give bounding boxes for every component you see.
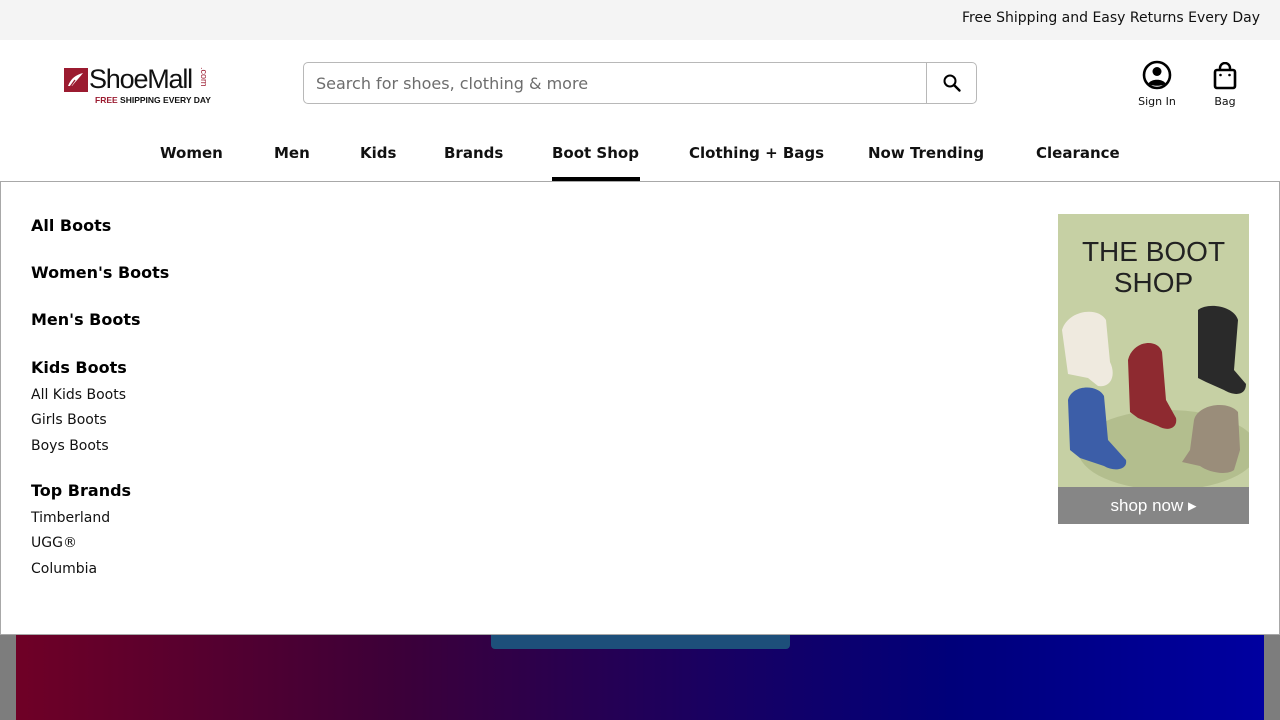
nav-item-clearance[interactable]: Clearance: [1036, 144, 1120, 162]
main-nav: Women Men Kids Brands Boot Shop Clothing…: [0, 132, 1280, 182]
promo-title-line2: SHOP: [1113, 267, 1194, 298]
nav-item-now-trending[interactable]: Now Trending: [868, 144, 984, 162]
boot-shop-promo-card[interactable]: THE BOOT SHOP shop now ▸: [1058, 214, 1249, 524]
menu-link-womens-boots[interactable]: Women's Boots: [31, 263, 169, 282]
search-bar: [303, 62, 977, 104]
menu-link-all-boots[interactable]: All Boots: [31, 216, 111, 235]
logo-tagline-rest: SHIPPING EVERY DAY: [120, 95, 211, 105]
menu-link-all-kids-boots[interactable]: All Kids Boots: [31, 387, 126, 403]
boot-shop-mega-menu: All Boots Women's Boots Men's Boots Kids…: [0, 181, 1280, 635]
shop-now-button[interactable]: shop now ▸: [1058, 487, 1249, 524]
site-header: ShoeMall .com FREE SHIPPING EVERY DAY Si…: [0, 40, 1280, 132]
logo-tagline-free: FREE: [95, 95, 118, 105]
menu-link-columbia[interactable]: Columbia: [31, 561, 97, 577]
menu-heading-top-brands[interactable]: Top Brands: [31, 481, 131, 500]
shop-now-label: shop now ▸: [1110, 496, 1197, 515]
menu-link-timberland[interactable]: Timberland: [31, 510, 110, 526]
logo-tagline: FREE SHIPPING EVERY DAY: [95, 95, 211, 105]
logo-wordmark: ShoeMall: [89, 64, 193, 94]
shopping-bag-icon: [1213, 62, 1237, 90]
search-icon: [943, 74, 961, 92]
bag-label: Bag: [1214, 95, 1236, 108]
menu-link-mens-boots[interactable]: Men's Boots: [31, 310, 141, 329]
menu-link-ugg[interactable]: UGG®: [31, 535, 77, 551]
sign-in-button[interactable]: Sign In: [1132, 60, 1182, 112]
promo-bar: Free Shipping and Easy Returns Every Day: [0, 0, 1280, 40]
nav-item-brands[interactable]: Brands: [444, 144, 503, 162]
nav-item-men[interactable]: Men: [274, 144, 310, 162]
nav-item-boot-shop[interactable]: Boot Shop: [552, 144, 639, 162]
shoemall-logo[interactable]: ShoeMall .com FREE SHIPPING EVERY DAY: [62, 64, 222, 107]
promo-title-line1: THE BOOT: [1081, 236, 1226, 267]
promo-text: Free Shipping and Easy Returns Every Day: [961, 10, 1260, 26]
promo-card-title: THE BOOT SHOP: [1058, 236, 1249, 298]
logo-mark-icon: [64, 68, 88, 92]
sign-in-label: Sign In: [1138, 95, 1176, 108]
menu-heading-kids-boots[interactable]: Kids Boots: [31, 358, 127, 377]
nav-item-clothing-bags[interactable]: Clothing + Bags: [689, 144, 824, 162]
bag-button[interactable]: Bag: [1205, 60, 1245, 112]
hero-cta-button[interactable]: [491, 634, 790, 649]
boots-illustration: [1062, 305, 1249, 488]
nav-item-women[interactable]: Women: [160, 144, 223, 162]
nav-item-kids[interactable]: Kids: [360, 144, 396, 162]
menu-link-girls-boots[interactable]: Girls Boots: [31, 412, 107, 428]
search-button[interactable]: [926, 63, 977, 103]
user-circle-icon: [1142, 60, 1172, 90]
menu-link-boys-boots[interactable]: Boys Boots: [31, 438, 109, 454]
search-input[interactable]: [304, 63, 926, 103]
logo-suffix: .com: [199, 67, 209, 87]
